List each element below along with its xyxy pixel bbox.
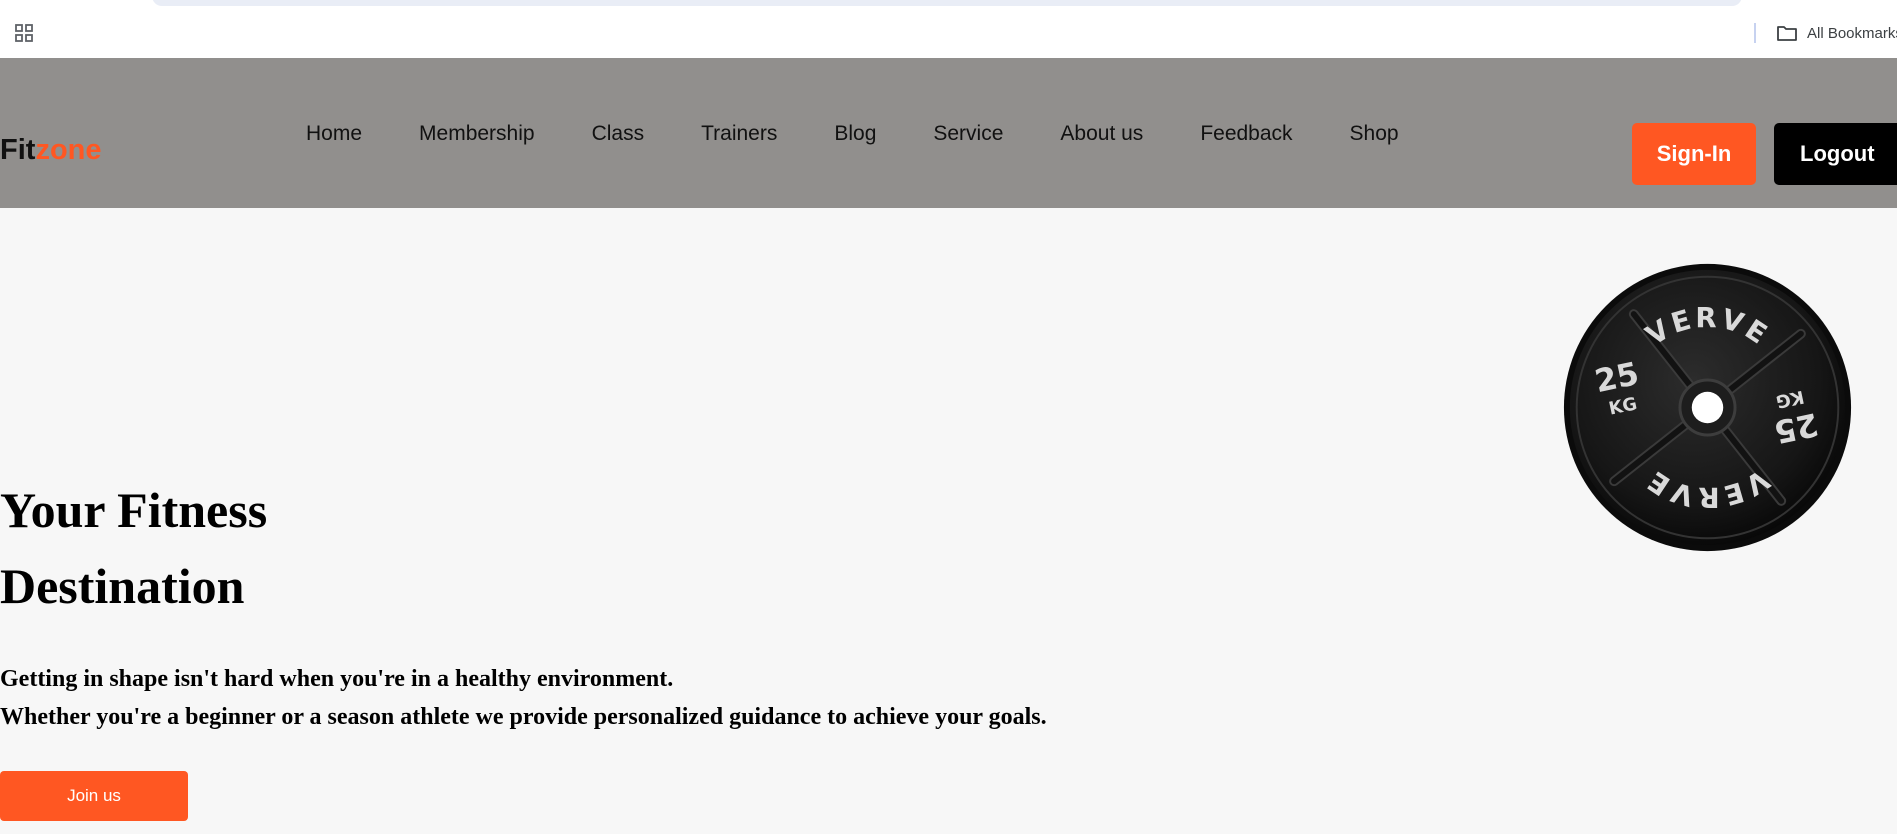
nav-link-home[interactable]: Home xyxy=(306,118,362,150)
join-us-button[interactable]: Join us xyxy=(0,771,188,821)
all-bookmarks-button[interactable]: All Bookmarks xyxy=(1776,22,1897,44)
nav-link-about-us[interactable]: About us xyxy=(1060,118,1143,150)
hero-title-line-1: Your Fitness xyxy=(0,482,268,538)
nav-link-feedback[interactable]: Feedback xyxy=(1200,118,1292,150)
plate-center-hole xyxy=(1691,391,1724,424)
nav-link-service[interactable]: Service xyxy=(933,118,1003,150)
weight-plate-icon: VERVE VERVE 25 KG 25 KG xyxy=(1563,263,1852,552)
hero-description-line-1: Getting in shape isn't hard when you're … xyxy=(0,666,674,692)
hero-description: Getting in shape isn't hard when you're … xyxy=(0,660,1047,736)
hero-description-line-2: Whether you're a beginner or a season at… xyxy=(0,704,1047,730)
nav-link-trainers[interactable]: Trainers xyxy=(701,118,777,150)
all-bookmarks-label: All Bookmarks xyxy=(1807,24,1897,42)
sign-in-button[interactable]: Sign-In xyxy=(1632,123,1756,185)
apps-grid-icon[interactable] xyxy=(14,23,34,43)
logo-text-fit: Fit xyxy=(0,134,36,166)
logo-text-zone: zone xyxy=(35,134,102,166)
hero-title-line-2: Destination xyxy=(0,558,245,614)
nav-link-blog[interactable]: Blog xyxy=(834,118,876,150)
bookmarks-divider xyxy=(1754,23,1756,43)
logout-button[interactable]: Logout xyxy=(1774,123,1897,185)
main-nav: Home Membership Class Trainers Blog Serv… xyxy=(306,118,1399,150)
site-logo[interactable]: Fitzone xyxy=(0,136,102,165)
nav-link-membership[interactable]: Membership xyxy=(419,118,535,150)
site-navbar: Fitzone Home Membership Class Trainers B… xyxy=(0,58,1897,208)
nav-link-shop[interactable]: Shop xyxy=(1350,118,1399,150)
folder-icon xyxy=(1777,26,1797,41)
browser-bookmarks-bar: All Bookmarks xyxy=(0,0,1897,58)
address-bar-edge[interactable] xyxy=(152,0,1742,6)
hero-title: Your Fitness Destination xyxy=(0,472,600,624)
nav-link-class[interactable]: Class xyxy=(592,118,645,150)
